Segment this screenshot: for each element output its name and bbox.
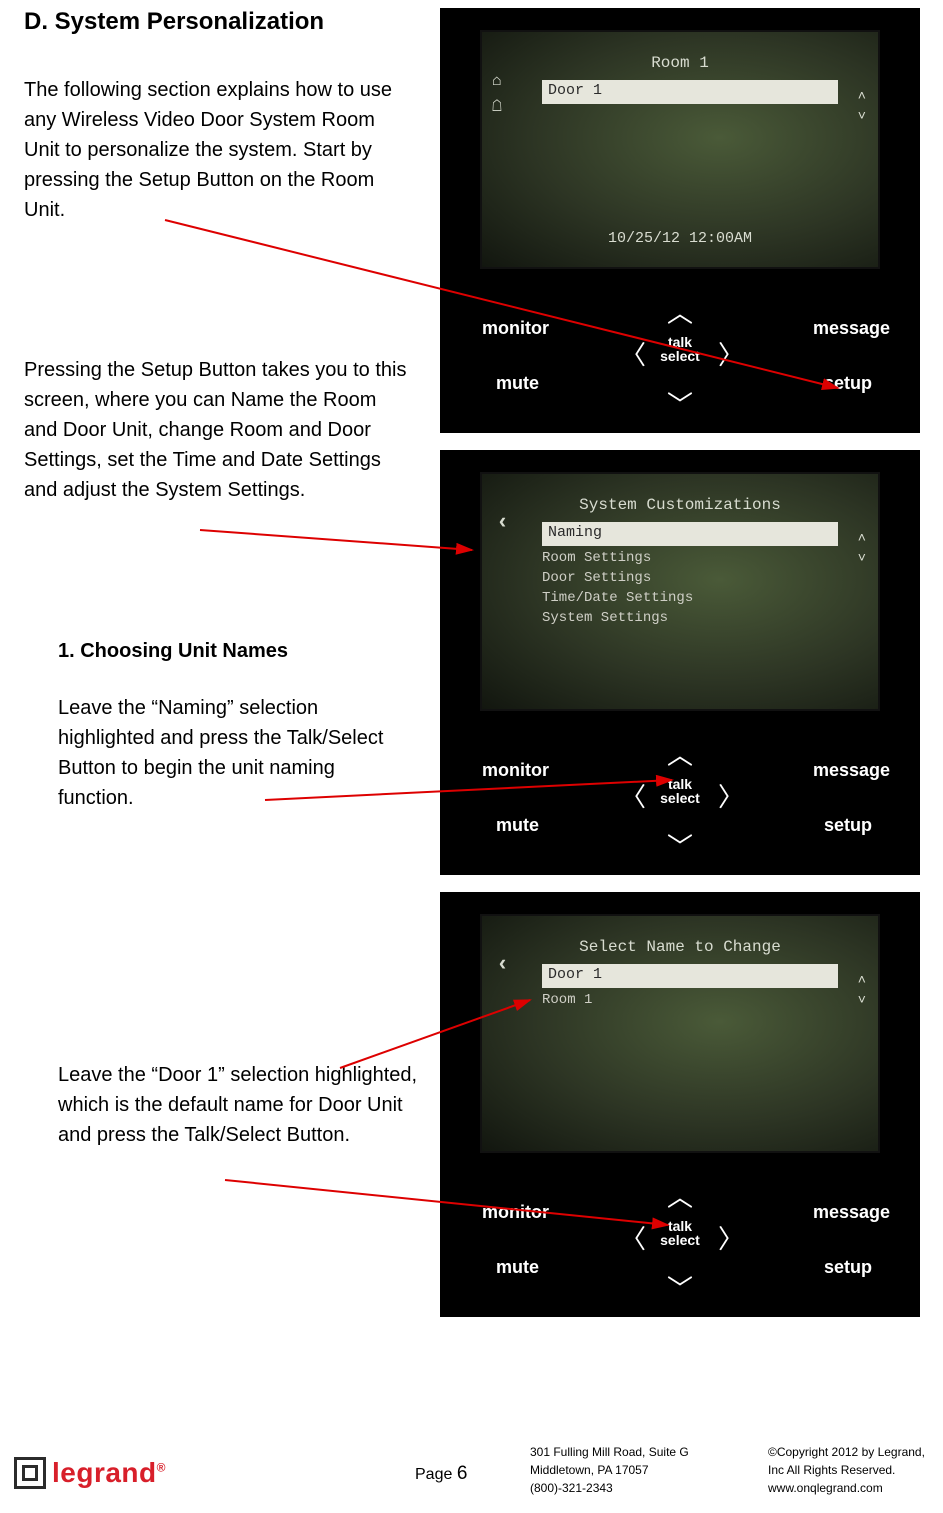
screen2-line: Room Settings: [542, 550, 838, 566]
setup-button[interactable]: setup: [824, 815, 872, 836]
back-icon: ‹: [496, 952, 509, 977]
paragraph-door1: Leave the “Door 1” selection highlighted…: [58, 1060, 418, 1150]
scroll-arrows-icon: ˄˅: [858, 534, 866, 564]
logo-text: legrand®: [52, 1457, 166, 1489]
scroll-arrows-icon: ˄˅: [858, 92, 866, 122]
paragraph-setup-screen: Pressing the Setup Button takes you to t…: [24, 355, 414, 505]
dpad-2: ︿ ﹀ 〈 〉 monitor mute message setup talks…: [440, 715, 920, 875]
section-heading: D. System Personalization: [24, 8, 324, 36]
screen2-title: System Customizations: [482, 496, 878, 514]
device-photo-2: legrand ‹ System Customizations Naming R…: [440, 450, 920, 875]
screen3-line: Room 1: [542, 992, 838, 1008]
screen1-selected-field: Door 1: [542, 80, 838, 104]
setup-button[interactable]: setup: [824, 373, 872, 394]
screen3-highlight: Door 1: [542, 964, 838, 988]
screen2-line: System Settings: [542, 610, 838, 626]
subheading-unit-names: 1. Choosing Unit Names: [58, 640, 288, 663]
mute-button[interactable]: mute: [496, 373, 539, 394]
setup-button[interactable]: setup: [824, 1257, 872, 1278]
scroll-arrows-icon: ˄˅: [858, 976, 866, 1006]
screen2-line: Time/Date Settings: [542, 590, 838, 606]
screen1-datetime: 10/25/12 12:00AM: [482, 230, 878, 247]
dpad-1: ︿ ﹀ 〈 〉 monitor mute message setup talks…: [440, 273, 920, 433]
paragraph-naming: Leave the “Naming” selection highlighted…: [58, 693, 398, 813]
screen1-title: Room 1: [482, 54, 878, 72]
screen2-highlight: Naming: [542, 522, 838, 546]
device-screen-2: ‹ System Customizations Naming Room Sett…: [480, 472, 880, 711]
dpad-3: ︿ ﹀ 〈 〉 monitor mute message setup talks…: [440, 1157, 920, 1317]
paragraph-intro: The following section explains how to us…: [24, 75, 404, 225]
footer-copyright: ©Copyright 2012 by Legrand, Inc All Righ…: [768, 1443, 925, 1497]
talk-select-button[interactable]: talkselect: [440, 777, 920, 805]
device-photo-1: legrand ⌂☖ Room 1 Door 1 ˄˅ 10/25/12 12:…: [440, 8, 920, 433]
talk-select-button[interactable]: talkselect: [440, 1219, 920, 1247]
mute-button[interactable]: mute: [496, 1257, 539, 1278]
screen2-line: Door Settings: [542, 570, 838, 586]
device-screen-1: ⌂☖ Room 1 Door 1 ˄˅ 10/25/12 12:00AM: [480, 30, 880, 269]
device-photo-3: legrand ‹ Select Name to Change Door 1 R…: [440, 892, 920, 1317]
screen3-title: Select Name to Change: [482, 938, 878, 956]
device-screen-3: ‹ Select Name to Change Door 1 Room 1 ˄˅: [480, 914, 880, 1153]
legrand-logo: legrand®: [14, 1457, 166, 1489]
home-icon: ⌂☖: [492, 68, 502, 120]
footer-address: 301 Fulling Mill Road, Suite G Middletow…: [530, 1443, 689, 1497]
logo-icon: [14, 1457, 46, 1489]
back-icon: ‹: [496, 510, 509, 535]
talk-select-button[interactable]: talkselect: [440, 335, 920, 363]
page-number: Page 6: [415, 1463, 467, 1485]
mute-button[interactable]: mute: [496, 815, 539, 836]
